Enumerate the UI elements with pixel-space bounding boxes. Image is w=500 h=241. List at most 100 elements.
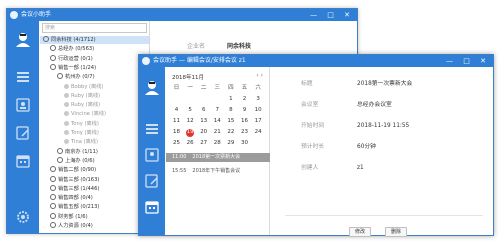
settings-gear-icon[interactable] [14,209,32,225]
tree-user-item[interactable]: Tony (离线) [40,120,99,128]
calendar-day[interactable]: 17 [252,116,265,127]
calendar-day[interactable]: 20 [197,127,210,138]
calendar-day-number: 25 [173,140,180,146]
dialog-calendar-icon[interactable] [143,199,161,215]
tab-company-name[interactable]: 企业名 [187,43,205,50]
delete-button[interactable]: 删除 [385,227,407,237]
expand-toggle-icon[interactable] [50,54,56,61]
expand-toggle-icon[interactable] [57,156,63,163]
calendar-day[interactable]: 10 [252,105,265,116]
tree-user-item[interactable]: Bobby (离线) [40,83,103,91]
calendar-weekday: 四 [228,85,234,91]
calendar-icon[interactable] [14,153,32,169]
tree-org-item[interactable]: 同余科技 (4/1712) [40,36,149,44]
calendar-day[interactable]: 11 [170,116,183,127]
tree-user-item[interactable]: Ruby (离线) [40,101,100,109]
edit-button[interactable]: 修改 [349,227,371,237]
expand-toggle-icon[interactable] [50,222,56,228]
tree-item-label: 人力资源 (0/4) [58,223,93,229]
tree-org-item[interactable]: 销售一部 (1/24) [40,63,96,72]
tab-company[interactable]: 同余科技 [227,43,251,50]
tree-user-item[interactable]: Tony (离线) [40,129,99,137]
tree-org-item[interactable]: 杭州办 (0/7) [40,73,95,81]
tree-org-item[interactable]: 销售三部 (1/446) [40,184,99,193]
calendar-day[interactable]: 14 [211,116,224,127]
tree-org-item[interactable]: 总经办 (0/563) [40,45,94,53]
user-avatar-icon [64,83,69,89]
calendar-day[interactable]: 4 [170,105,183,116]
calendar-day[interactable]: 12 [184,116,197,127]
event-time: 15:55 [172,168,187,174]
list-icon[interactable] [14,69,32,85]
calendar-day[interactable]: 27 [197,138,210,149]
expand-toggle-icon[interactable] [50,63,56,70]
detail-value: 2018-11-19 11:55 [357,123,410,129]
window-controls[interactable]: — □ ✕ [310,9,354,21]
expand-toggle-icon[interactable] [50,175,56,182]
tree-org-item[interactable]: 行政运营 (0/1) [40,54,93,63]
expand-toggle-icon[interactable] [50,212,56,219]
tree-org-item[interactable]: 销售三部 (0/163) [40,175,99,184]
tree-org-item[interactable]: 销售四部 (0/4) [40,194,93,202]
calendar-day[interactable]: 6 [197,105,210,116]
edit-icon[interactable] [14,125,32,141]
tree-org-item[interactable]: 上海办 (0/6) [40,156,95,165]
expand-toggle-icon[interactable] [50,184,56,191]
calendar-day[interactable]: 3 [252,94,265,105]
meeting-dialog-titlebar[interactable]: 会议助手 — 编辑会议/安排会议 z1 — □ ✕ [139,55,493,67]
dialog-user-avatar-icon[interactable] [143,79,161,95]
calendar-day[interactable]: 21 [211,127,224,138]
dialog-edit-icon[interactable] [143,173,161,189]
contacts-icon[interactable] [14,97,32,113]
calendar-day[interactable]: 2 [238,94,251,105]
tree-org-item[interactable]: 人力资源 (0/4) [40,222,93,230]
calendar-day[interactable]: 22 [224,127,237,138]
user-avatar-icon [64,139,69,145]
dialog-sidebar [139,67,165,235]
calendar-day[interactable]: 15 [224,116,237,127]
expand-toggle-icon[interactable] [50,45,56,52]
expand-toggle-icon[interactable] [50,194,56,201]
calendar-day[interactable]: 30 [238,138,251,149]
calendar-day[interactable]: 29 [224,138,237,149]
calendar-day[interactable]: 24 [252,127,265,138]
expand-toggle-icon[interactable] [50,166,56,173]
user-avatar-icon[interactable] [14,31,32,47]
dialog-list-icon[interactable] [143,121,161,137]
calendar-day[interactable]: 23 [238,127,251,138]
expand-toggle-icon[interactable] [43,36,49,42]
calendar-day[interactable]: 5 [184,105,197,116]
user-avatar-icon [64,120,69,126]
expand-toggle-icon[interactable] [57,73,63,80]
calendar-day-today[interactable]: 19 [184,127,197,138]
tree-org-item[interactable]: 财务部 (1/6) [40,212,88,221]
event-item[interactable]: 11:00 2018第一次票新大会 [166,153,270,162]
main-window-titlebar[interactable]: 会议小助手 — □ ✕ [7,9,357,21]
calendar-day[interactable]: 8 [224,105,237,116]
dialog-contacts-icon[interactable] [143,147,161,163]
calendar-day[interactable]: 16 [238,116,251,127]
calendar-day[interactable]: 1 [224,94,237,105]
tree-item-label: 行政运营 (0/1) [58,55,93,62]
calendar-day[interactable]: 28 [211,138,224,149]
tree-org-item[interactable]: 销售二部 (0/90) [40,166,96,174]
tree-org-item[interactable]: 南京办 (1/11) [40,147,98,156]
tree-user-item[interactable]: Ruby (离线) [40,92,100,100]
calendar-nav-arrows[interactable]: ‹ › [256,72,263,79]
calendar-day[interactable]: 9 [238,105,251,116]
event-item[interactable]: 15:55 2018年下午销售会议 [166,167,270,176]
calendar-day[interactable]: 26 [184,138,197,149]
dialog-window-controls[interactable]: — □ ✕ [446,55,490,67]
calendar-day[interactable]: 18 [170,127,183,138]
expand-toggle-icon[interactable] [57,147,63,154]
expand-toggle-icon[interactable] [50,203,56,210]
tree-search-input[interactable]: 搜索 [42,23,147,33]
calendar-day[interactable]: 13 [197,116,210,127]
detail-row: 标题 2018第一次票新大会 [301,79,412,89]
tree-org-item[interactable]: 销售五部 (0/213) [40,203,99,211]
calendar-day[interactable]: 7 [211,105,224,116]
tree-user-item[interactable]: Vincine (离线) [40,110,106,118]
calendar-weekday: 二 [200,85,207,91]
tree-user-item[interactable]: Tina (离线) [40,138,98,146]
calendar-day[interactable]: 25 [170,138,183,149]
